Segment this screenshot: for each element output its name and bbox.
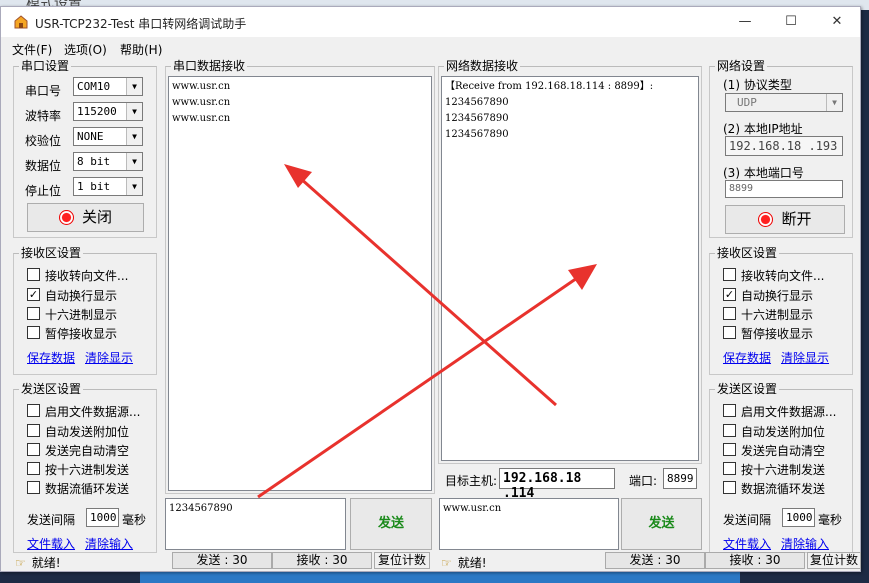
arrow-head-network-receive <box>568 264 597 290</box>
arrow-line-to-network-receive <box>257 274 581 499</box>
annotation-arrows <box>257 164 597 499</box>
arrow-line-to-serial-receive <box>299 176 557 407</box>
